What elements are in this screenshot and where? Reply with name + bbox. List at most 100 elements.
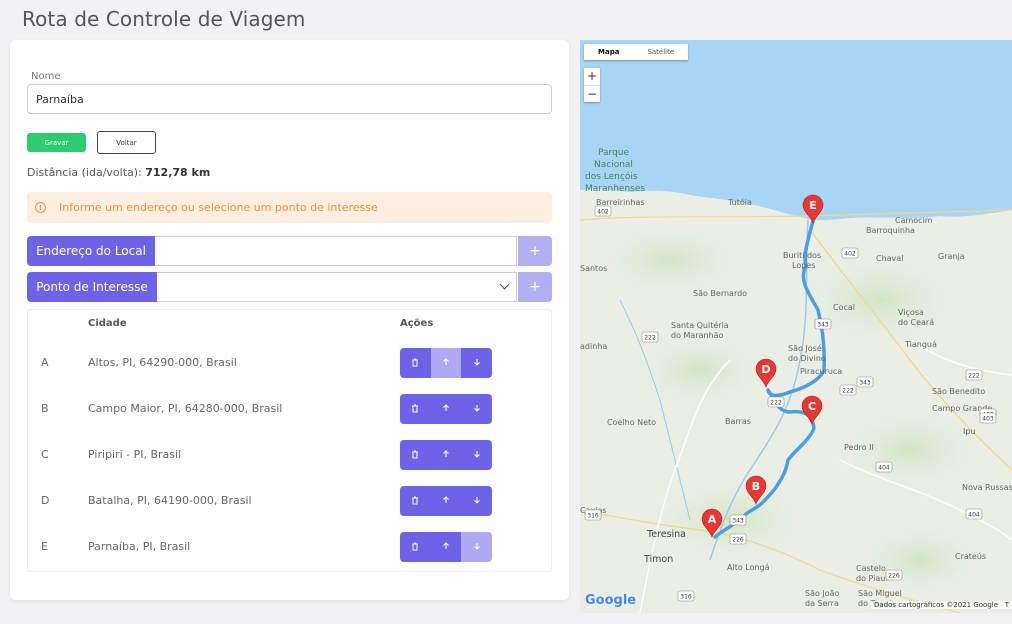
attribution-text: Dados cartográficos ©2021 Google — [873, 601, 999, 609]
map-place-label: Nova Russas — [962, 483, 1012, 492]
move-down-button[interactable] — [461, 394, 492, 424]
row-letter: A — [41, 356, 49, 369]
add-poi-button[interactable]: + — [518, 272, 552, 302]
address-input[interactable] — [155, 236, 517, 266]
svg-text:316: 316 — [587, 513, 599, 520]
map-place-label: Teresina — [646, 529, 686, 540]
road-shield: 343 — [856, 376, 874, 388]
svg-text:A: A — [708, 513, 717, 526]
road-shield: 222 — [641, 331, 659, 343]
map-place-label: Coelho Neto — [607, 418, 656, 427]
move-up-button[interactable] — [430, 394, 462, 424]
move-up-button[interactable] — [430, 348, 462, 378]
save-button[interactable]: Gravar — [27, 133, 86, 152]
map-place-label: adinha — [580, 342, 607, 351]
row-letter: D — [41, 494, 50, 507]
warning-icon: ! — [35, 202, 46, 213]
move-down-button[interactable] — [461, 348, 492, 378]
table-row: A Altos, PI, 64290-000, Brasil — [27, 340, 552, 386]
map-place-label: Timon — [643, 554, 673, 565]
svg-text:403: 403 — [982, 416, 994, 423]
poi-label: Ponto de Interesse — [27, 272, 157, 302]
zoom-out-button[interactable]: − — [584, 85, 600, 102]
alert-text: Informe um endereço ou selecione um pont… — [59, 201, 378, 214]
map-canvas[interactable]: Parque Nacionaldos Lençóis Maranhenses Barr… — [580, 40, 1012, 613]
google-logo: Google — [585, 593, 637, 608]
map-place-label: dos Lençóis — [585, 171, 638, 182]
poi-row: Ponto de Interesse + — [27, 272, 552, 302]
svg-text:222: 222 — [770, 400, 782, 407]
road-shield: 402 — [594, 205, 612, 217]
svg-text:E: E — [809, 199, 817, 212]
road-shield: 222 — [965, 369, 983, 381]
map-place-label: Tianguá — [904, 340, 937, 349]
route-map[interactable]: Parque Nacional dos Lençóis Maranhenses Barr… — [580, 40, 1012, 613]
distance-label: Distância (ida/volta): — [27, 166, 142, 179]
attribution-extra: T — [1004, 601, 1009, 609]
road-shield: 316 — [677, 590, 695, 602]
svg-text:402: 402 — [597, 209, 609, 216]
road-shield: 222 — [767, 396, 785, 408]
add-address-button[interactable]: + — [518, 236, 552, 266]
tab-satellite[interactable]: Satélite — [633, 44, 688, 60]
arrow-up-icon — [441, 403, 451, 416]
delete-button[interactable] — [400, 486, 431, 516]
back-button[interactable]: Voltar — [97, 131, 156, 154]
map-place-label: Camocim — [895, 216, 933, 225]
map-place-label: Santos — [580, 264, 607, 273]
map-place-label: Castelo — [856, 564, 886, 573]
map-place-label: São Bernardo — [693, 289, 747, 298]
row-letter: C — [41, 448, 49, 461]
road-shield: 226 — [885, 569, 903, 581]
move-down-button[interactable] — [461, 486, 492, 516]
move-down-button[interactable] — [461, 440, 492, 470]
trash-icon — [410, 357, 420, 370]
road-shield: 404 — [965, 508, 983, 520]
trash-icon — [410, 495, 420, 508]
road-shield: 403 — [979, 412, 997, 424]
svg-text:404: 404 — [968, 512, 980, 519]
info-alert: ! Informe um endereço ou selecione um po… — [27, 192, 552, 223]
name-input[interactable] — [27, 84, 552, 114]
name-field-label: Nome — [31, 71, 61, 82]
svg-text:343: 343 — [859, 380, 871, 387]
move-up-button[interactable] — [430, 486, 462, 516]
row-actions — [400, 394, 492, 424]
road-shield: 226 — [729, 533, 747, 545]
delete-button[interactable] — [400, 394, 431, 424]
arrow-down-icon — [472, 357, 482, 370]
table-row: D Batalha, PI, 64190-000, Brasil — [27, 478, 552, 524]
svg-text:402: 402 — [844, 251, 856, 258]
tab-map[interactable]: Mapa — [584, 44, 633, 60]
row-letter: B — [41, 402, 49, 415]
svg-text:343: 343 — [817, 322, 829, 329]
svg-text:343: 343 — [732, 518, 744, 525]
arrow-down-icon — [472, 449, 482, 462]
delete-button[interactable] — [400, 440, 431, 470]
row-city: Batalha, PI, 64190-000, Brasil — [88, 494, 252, 507]
svg-text:222: 222 — [644, 335, 656, 342]
delete-button[interactable] — [400, 348, 431, 378]
zoom-in-button[interactable]: + — [584, 68, 600, 85]
poi-select[interactable] — [157, 272, 517, 302]
svg-text:B: B — [752, 480, 760, 493]
table-row: C Piripiri - PI, Brasil — [27, 432, 552, 478]
map-place-label: do Maranhão — [671, 331, 724, 340]
road-shield: 404 — [875, 461, 893, 473]
actions-column-header: Ações — [400, 318, 434, 329]
arrow-up-icon — [441, 541, 451, 554]
move-down-button[interactable] — [461, 532, 492, 562]
delete-button[interactable] — [400, 532, 431, 562]
map-place-label: Santa Quitéria — [671, 320, 729, 330]
svg-text:222: 222 — [842, 388, 854, 395]
svg-text:C: C — [808, 400, 816, 413]
arrow-down-icon — [472, 541, 482, 554]
map-place-label: Tutóia — [727, 197, 752, 207]
svg-text:226: 226 — [732, 537, 744, 544]
address-label: Endereço do Local — [27, 236, 155, 266]
map-place-label: Chaval — [876, 254, 903, 263]
move-up-button[interactable] — [430, 532, 462, 562]
map-place-label: São José — [788, 343, 822, 353]
move-up-button[interactable] — [430, 440, 462, 470]
city-column-header: Cidade — [88, 318, 127, 329]
